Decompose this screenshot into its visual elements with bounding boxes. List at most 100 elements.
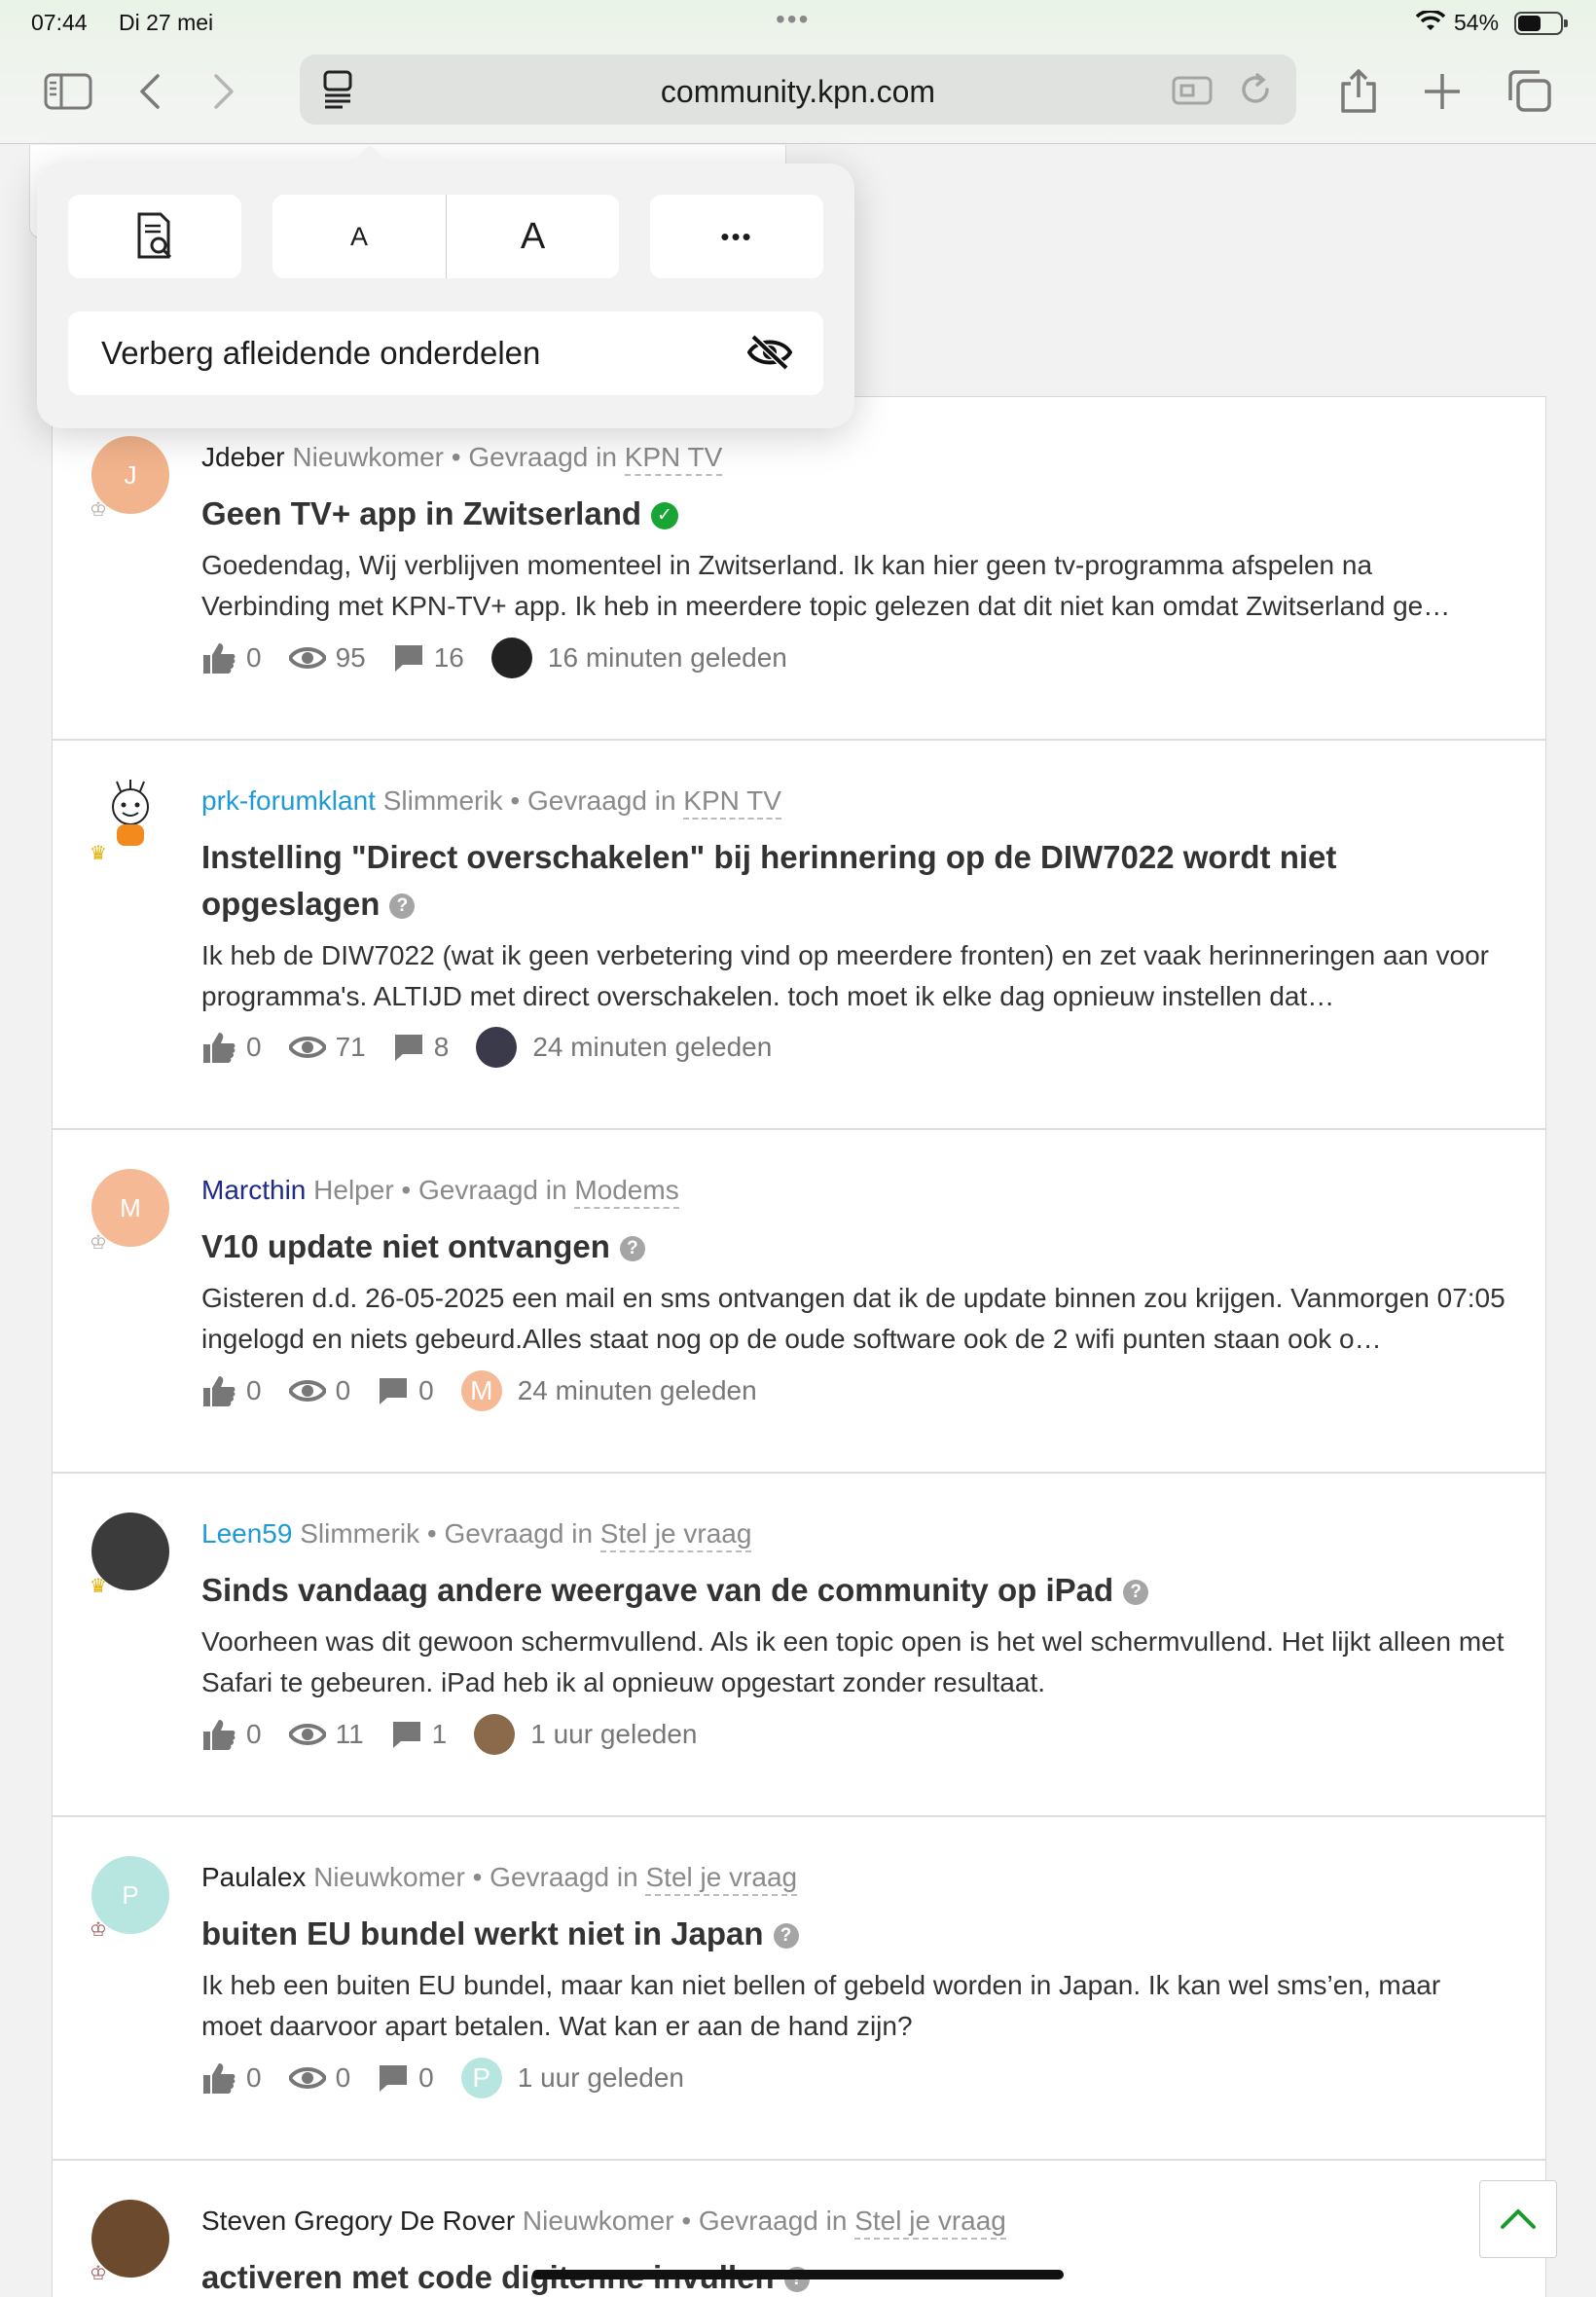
topic-title[interactable]: Geen TV+ app in Zwitserland ✓: [201, 491, 1457, 537]
views-stat: 0: [288, 1375, 351, 1406]
font-smaller-button[interactable]: A: [272, 195, 446, 278]
extension-icon[interactable]: [1172, 74, 1213, 112]
last-reply-avatar[interactable]: [490, 638, 532, 678]
status-time: 07:44: [31, 10, 88, 35]
asked-in-label: • Gevraagd in: [472, 1862, 638, 1892]
likes-count: 0: [246, 1032, 262, 1062]
comment-icon: [394, 645, 422, 672]
category-link[interactable]: Stel je vraag: [599, 1518, 752, 1552]
topic-excerpt: Gisteren d.d. 26-05-2025 een mail en sms…: [201, 1283, 1505, 1354]
replies-stat: 1: [391, 1719, 448, 1750]
author-link[interactable]: Steven Gregory De Rover: [201, 2206, 515, 2236]
topic-title[interactable]: Instelling "Direct overschakelen" bij he…: [201, 834, 1457, 928]
topic-title-text[interactable]: Sinds vandaag andere weergave van de com…: [201, 1572, 1113, 1608]
replies-count: 1: [431, 1719, 448, 1749]
eye-icon: [288, 1037, 326, 1058]
forward-icon[interactable]: [197, 66, 251, 117]
avatar[interactable]: ♔: [90, 2200, 169, 2284]
views-count: 0: [335, 2062, 351, 2093]
author-link[interactable]: Paulalex: [201, 1862, 306, 1892]
topic-title[interactable]: buiten EU bundel werkt niet in Japan?: [201, 1911, 1457, 1957]
font-smaller-label: A: [349, 221, 368, 251]
topic-item[interactable]: ♛ Leen59 Slimmerik • Gevraagd in Stel je…: [53, 1474, 1545, 1817]
category-link[interactable]: KPN TV: [683, 785, 781, 820]
category-link[interactable]: Stel je vraag: [854, 2206, 1006, 2240]
topic-item[interactable]: ♛ prk-forumklant Slimmerik • Gevraagd in…: [53, 741, 1545, 1130]
avatar-letter: M: [120, 1192, 141, 1222]
topic-item[interactable]: M ♔ Marcthin Helper • Gevraagd in Modems…: [53, 1130, 1545, 1474]
more-options-button[interactable]: •••: [650, 195, 823, 278]
thumbs-up-icon: [203, 643, 236, 674]
eye-slash-icon: [746, 333, 793, 377]
reload-icon[interactable]: [1238, 72, 1273, 112]
topic-title[interactable]: V10 update niet ontvangen?: [201, 1223, 1457, 1270]
comment-icon: [392, 1722, 420, 1748]
eye-icon: [288, 2067, 326, 2089]
avatar[interactable]: M ♔: [90, 1169, 169, 1254]
views-count: 0: [335, 1375, 351, 1405]
likes-stat[interactable]: 0: [201, 641, 262, 675]
topic-title[interactable]: Sinds vandaag andere weergave van de com…: [201, 1567, 1457, 1614]
last-activity-time[interactable]: 16 minuten geleden: [548, 642, 787, 674]
likes-stat[interactable]: 0: [201, 1031, 262, 1064]
author-link[interactable]: prk-forumklant: [201, 785, 376, 816]
topic-title-text[interactable]: V10 update niet ontvangen: [201, 1228, 610, 1264]
category-link[interactable]: Stel je vraag: [645, 1862, 798, 1896]
likes-stat[interactable]: 0: [201, 2061, 262, 2095]
last-reply-avatar[interactable]: [474, 1714, 516, 1755]
status-date: Di 27 mei: [119, 10, 214, 35]
back-icon[interactable]: [123, 66, 177, 117]
topic-item[interactable]: P ♔ Paulalex Nieuwkomer • Gevraagd in St…: [53, 1817, 1545, 2161]
last-activity-time[interactable]: 24 minuten geleden: [518, 1375, 757, 1406]
asked-in-label: • Gevraagd in: [426, 1518, 594, 1549]
scroll-to-top-button[interactable]: [1479, 2180, 1557, 2258]
topic-list: J ♔ Jdeber Nieuwkomer • Gevraagd in KPN …: [52, 396, 1546, 2297]
likes-stat[interactable]: 0: [201, 1374, 262, 1407]
category-link[interactable]: Modems: [574, 1175, 679, 1209]
font-larger-label: A: [520, 215, 546, 257]
category-link[interactable]: KPN TV: [624, 442, 723, 476]
thumbs-up-icon: [203, 1376, 236, 1406]
last-activity-time[interactable]: 24 minuten geleden: [532, 1032, 772, 1063]
avatar[interactable]: ♛: [90, 1513, 169, 1597]
author-link[interactable]: Marcthin: [201, 1175, 306, 1205]
hide-distracting-items-button[interactable]: Verberg afleidende onderdelen: [68, 311, 823, 395]
author-link[interactable]: Jdeber: [201, 442, 285, 472]
last-reply-avatar[interactable]: M: [460, 1370, 502, 1411]
font-larger-button[interactable]: A: [447, 195, 619, 278]
multitask-dots-icon[interactable]: •••: [776, 4, 810, 35]
author-rank: Helper: [313, 1175, 394, 1205]
topic-title-text[interactable]: Instelling "Direct overschakelen" bij he…: [201, 839, 1336, 922]
sidebar-toggle-icon[interactable]: [41, 66, 95, 117]
topic-meta: Steven Gregory De Rover Nieuwkomer • Gev…: [201, 2206, 1006, 2240]
topic-stats: 0 0 0 M 24 minuten geleden: [201, 1370, 757, 1411]
share-icon[interactable]: [1331, 66, 1386, 117]
tabs-overview-icon[interactable]: [1503, 66, 1557, 117]
last-activity-time[interactable]: 1 uur geleden: [518, 2062, 684, 2094]
avatar[interactable]: J ♔: [90, 436, 169, 521]
last-reply-avatar-letter: M: [470, 1375, 493, 1405]
new-tab-icon[interactable]: [1415, 66, 1469, 117]
asked-in-label: • Gevraagd in: [401, 1175, 567, 1205]
last-reply-avatar[interactable]: P: [460, 2058, 502, 2098]
likes-stat[interactable]: 0: [201, 1718, 262, 1751]
home-indicator[interactable]: [532, 2270, 1064, 2279]
topic-stats: 0 11 1 1 uur geleden: [201, 1714, 698, 1755]
reader-button[interactable]: [68, 195, 241, 278]
topic-title-text[interactable]: Geen TV+ app in Zwitserland: [201, 495, 641, 531]
avatar[interactable]: ♛: [90, 780, 169, 864]
replies-count: 0: [418, 2062, 434, 2093]
asked-in-label: • Gevraagd in: [510, 785, 676, 816]
topic-title-text[interactable]: buiten EU bundel werkt niet in Japan: [201, 1915, 764, 1951]
avatar[interactable]: P ♔: [90, 1856, 169, 1941]
status-bar: 07:44 Di 27 mei ••• 54%: [0, 0, 1596, 47]
last-activity-time[interactable]: 1 uur geleden: [530, 1719, 697, 1750]
question-icon: ?: [1123, 1580, 1149, 1606]
address-bar[interactable]: community.kpn.com: [300, 55, 1296, 125]
views-count: 71: [335, 1032, 366, 1062]
topic-item[interactable]: J ♔ Jdeber Nieuwkomer • Gevraagd in KPN …: [53, 397, 1545, 741]
replies-stat: 16: [393, 642, 464, 674]
asked-in-label: • Gevraagd in: [451, 442, 617, 472]
last-reply-avatar[interactable]: [476, 1027, 518, 1068]
author-link[interactable]: Leen59: [201, 1518, 292, 1549]
